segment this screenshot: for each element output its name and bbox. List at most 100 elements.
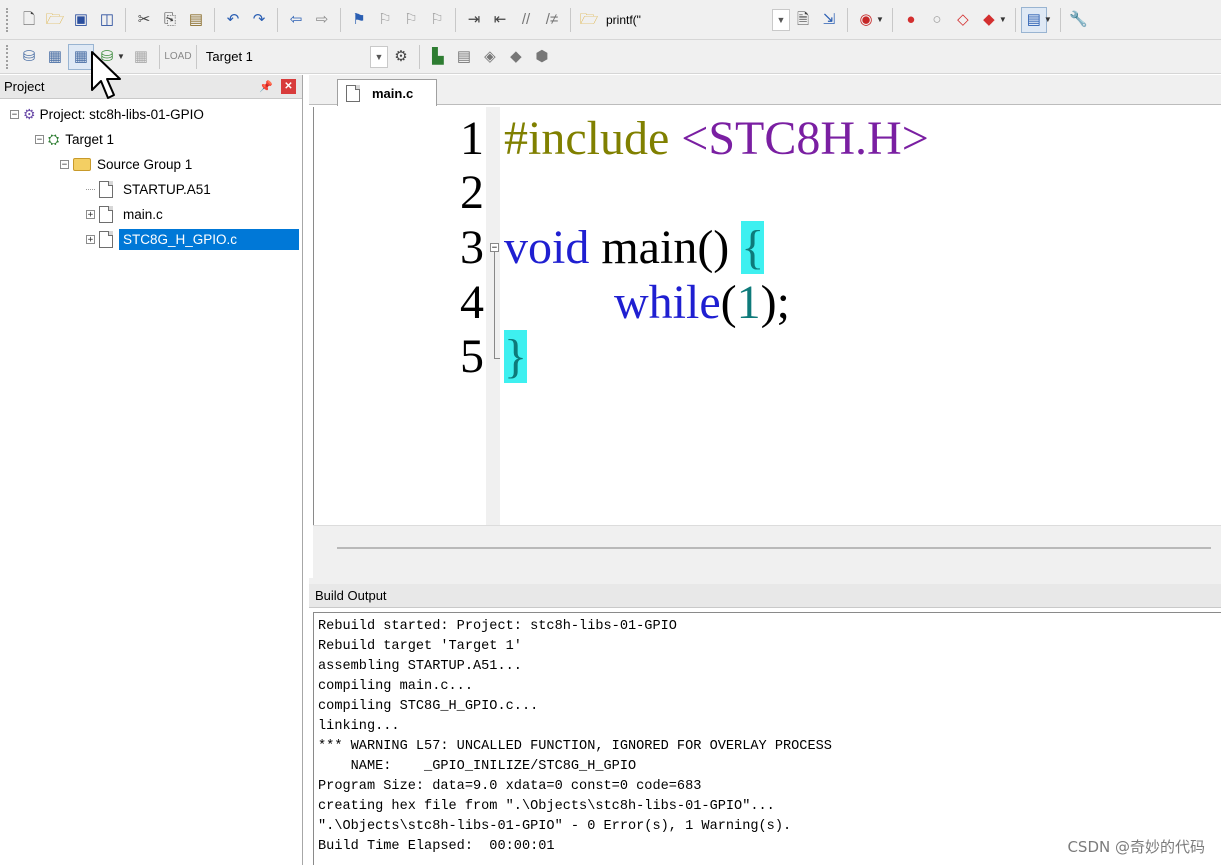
fold-collapse-icon[interactable]: −: [490, 243, 499, 253]
line-number: 3: [460, 221, 484, 274]
chevron-down-icon[interactable]: ▼: [369, 45, 388, 68]
chevron-down-icon[interactable]: ▼: [876, 15, 884, 24]
toolbar-separator: [1014, 7, 1016, 32]
fold-margin: [486, 107, 500, 525]
toolbar-separator: [125, 7, 126, 32]
paste-icon[interactable]: ▤: [183, 7, 209, 33]
toolbar-grip[interactable]: [6, 44, 12, 69]
build-output-header: Build Output: [309, 584, 1221, 608]
configure-icon[interactable]: 🔧: [1066, 7, 1092, 33]
horizontal-scrollbar[interactable]: [313, 525, 1221, 578]
code-text: while(1);: [614, 275, 790, 330]
tree-connector: [86, 188, 95, 190]
collapse-icon[interactable]: −: [60, 159, 69, 169]
project-pane: Project 📌 ✕ − ⚙ Project: stc8h-libs-01-G…: [0, 75, 303, 865]
manage-rte-icon[interactable]: ◈: [477, 44, 503, 70]
keyword-token: void: [504, 221, 590, 274]
disable-breakpoint-icon[interactable]: ○: [924, 7, 950, 33]
redo-icon[interactable]: ↷: [246, 7, 272, 33]
breakpoint-icon[interactable]: ●: [898, 7, 924, 33]
log-line: Program Size: data=9.0 xdata=0 const=0 c…: [318, 779, 702, 794]
build-toolbar: ⛁ ▦ ▦ ⛁ ▼ ▦ LOAD Target 1 ▼ ⚙ ▙ ▤ ◈ ◆ ⬢: [0, 40, 1221, 74]
close-icon[interactable]: ✕: [281, 79, 296, 94]
watermark: CSDN @奇妙的代码: [1067, 838, 1205, 856]
event-recorder-icon[interactable]: ⬢: [529, 44, 555, 70]
tree-item-label: STC8G_H_GPIO.c: [119, 228, 299, 250]
disable-all-breakpoints-icon[interactable]: ◇: [950, 7, 976, 33]
chevron-down-icon[interactable]: ▼: [999, 15, 1007, 24]
build-output-log[interactable]: Rebuild started: Project: stc8h-libs-01-…: [313, 612, 1221, 865]
toolbar-separator: [214, 7, 215, 32]
project-pane-title: Project: [4, 79, 45, 94]
tree-item-group[interactable]: − Source Group 1: [60, 152, 192, 176]
target-combo[interactable]: Target 1 ▼: [202, 45, 388, 68]
toolbar-separator: [891, 7, 893, 32]
expand-icon[interactable]: +: [86, 234, 95, 244]
manage-project-items-icon[interactable]: ▙: [425, 44, 451, 70]
target-options-icon[interactable]: ⚙: [388, 44, 414, 70]
tree-item-file[interactable]: + STC8G_H_GPIO.c: [86, 227, 299, 251]
keyword-token: while: [614, 276, 721, 329]
stop-build-icon[interactable]: ▦: [128, 44, 154, 70]
new-file-icon[interactable]: 🗋: [16, 7, 42, 33]
editor-pane: main.c 1 #include <STC8H.H> 2 3 void mai…: [309, 75, 1221, 578]
prev-bookmark-icon[interactable]: ⚐: [372, 7, 398, 33]
tab-main-c[interactable]: main.c: [337, 79, 437, 106]
file-icon: [99, 230, 113, 248]
code-text: #include <STC8H.H>: [504, 111, 929, 166]
tree-item-target[interactable]: − ⛭ Target 1: [35, 127, 114, 151]
toolbar-grip[interactable]: [6, 7, 12, 32]
undo-icon[interactable]: ↶: [220, 7, 246, 33]
comment-icon[interactable]: //: [513, 7, 539, 33]
cut-icon[interactable]: ✂: [131, 7, 157, 33]
chevron-down-icon[interactable]: ▼: [772, 8, 790, 31]
tree-item-file[interactable]: STARTUP.A51: [86, 177, 211, 201]
log-line: Rebuild target 'Target 1': [318, 639, 522, 654]
log-line: ".\Objects\stc8h-libs-01-GPIO" - 0 Error…: [318, 819, 792, 834]
pin-icon[interactable]: 📌: [259, 80, 273, 93]
translate-icon[interactable]: ⛁: [16, 44, 42, 70]
collapse-icon[interactable]: −: [10, 109, 19, 119]
build-icon[interactable]: ▦: [42, 44, 68, 70]
find-in-files-icon[interactable]: 🗁: [576, 7, 602, 33]
nav-forward-icon[interactable]: ⇨: [309, 7, 335, 33]
log-line: *** WARNING L57: UNCALLED FUNCTION, IGNO…: [318, 739, 832, 754]
file-icon: [99, 205, 113, 223]
build-output-title: Build Output: [315, 588, 387, 603]
nav-back-icon[interactable]: ⇦: [283, 7, 309, 33]
next-bookmark-icon[interactable]: ⚐: [398, 7, 424, 33]
chevron-down-icon[interactable]: ▼: [1044, 15, 1052, 24]
copy-icon[interactable]: ⎘: [157, 7, 183, 33]
unindent-icon[interactable]: ⇤: [487, 7, 513, 33]
log-line: Rebuild started: Project: stc8h-libs-01-…: [318, 619, 677, 634]
tree-item-file[interactable]: + main.c: [86, 202, 163, 226]
pack-installer-icon[interactable]: ◆: [503, 44, 529, 70]
save-icon[interactable]: ▣: [68, 7, 94, 33]
collapse-icon[interactable]: −: [35, 134, 44, 144]
save-all-icon[interactable]: ◫: [94, 7, 120, 33]
toolbar-separator: [418, 44, 420, 69]
project-pane-header: Project 📌 ✕: [0, 75, 302, 99]
select-packs-icon[interactable]: ▤: [451, 44, 477, 70]
clear-bookmarks-icon[interactable]: ⚐: [424, 7, 450, 33]
uncomment-icon[interactable]: /≠: [539, 7, 565, 33]
log-line: assembling STARTUP.A51...: [318, 659, 522, 674]
toolbar-separator: [570, 7, 571, 32]
tree-item-label: Project: stc8h-libs-01-GPIO: [39, 106, 204, 122]
bookmark-icon[interactable]: ⚑: [346, 7, 372, 33]
code-editor[interactable]: 1 #include <STC8H.H> 2 3 void main() { 4…: [313, 107, 1221, 525]
find-icon[interactable]: 🗎: [790, 7, 816, 33]
expand-icon[interactable]: +: [86, 209, 95, 219]
indent-icon[interactable]: ⇥: [461, 7, 487, 33]
scrollbar-track[interactable]: [337, 547, 1211, 549]
tab-label: main.c: [372, 85, 414, 101]
fold-line: [494, 252, 495, 358]
target-combo-value: Target 1: [205, 49, 253, 64]
find-combo[interactable]: printf(" ▼: [602, 8, 790, 31]
incremental-find-icon[interactable]: ⇲: [816, 7, 842, 33]
editor-tab-strip: main.c: [309, 75, 1221, 106]
log-line: compiling main.c...: [318, 679, 473, 694]
tree-item-project[interactable]: − ⚙ Project: stc8h-libs-01-GPIO: [10, 102, 204, 126]
open-folder-icon[interactable]: 🗁: [42, 7, 68, 33]
download-icon[interactable]: LOAD: [164, 44, 191, 70]
